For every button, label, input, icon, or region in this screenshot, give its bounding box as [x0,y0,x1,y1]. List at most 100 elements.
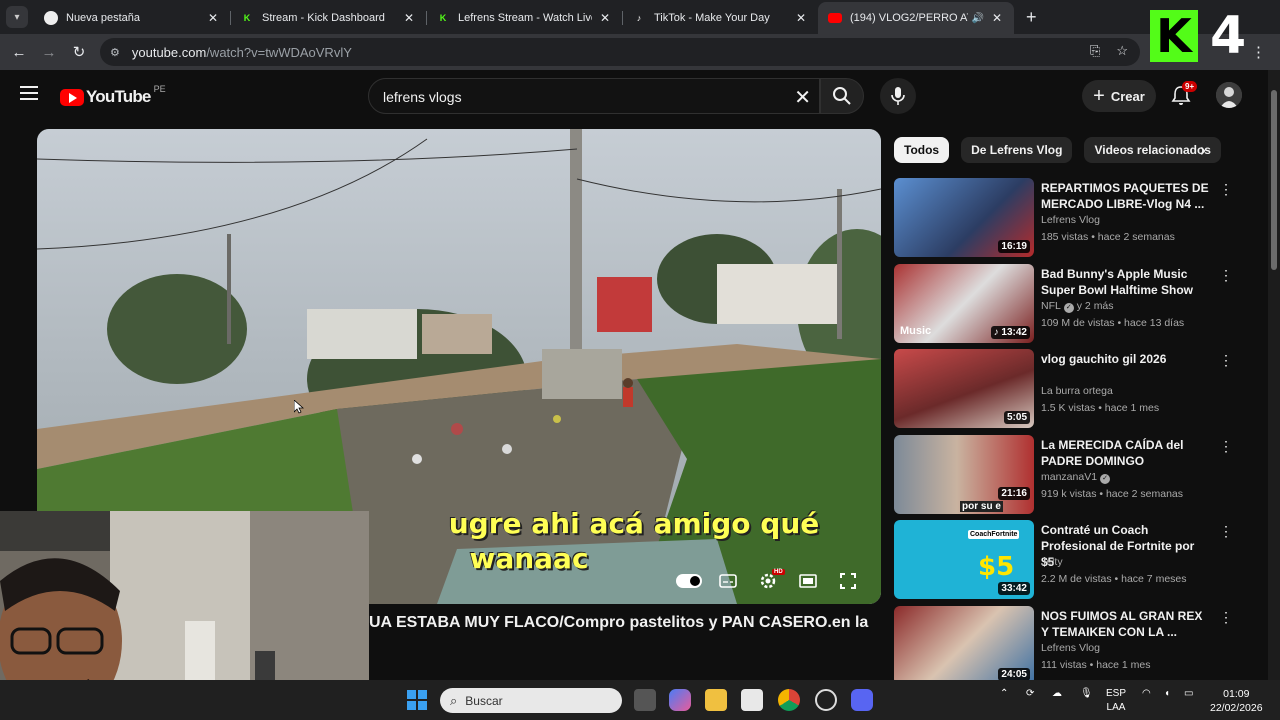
channel-name[interactable]: Lefrens Vlog [1041,214,1100,226]
scrollbar-thumb[interactable] [1271,90,1277,270]
search-input[interactable]: lefrens vlogs ✕ [368,78,820,114]
file-explorer-icon[interactable] [705,689,727,711]
wifi-icon[interactable]: ◠ [1142,688,1151,699]
browser-tab-active[interactable]: (194) VLOG2/PERRO ATADO 🔊 ✕ [818,2,1014,34]
avatar-image [1216,82,1242,108]
voice-search-button[interactable] [880,78,916,114]
browser-tab[interactable]: K Stream - Kick Dashboard ✕ [230,2,426,34]
video-thumbnail[interactable]: CoachFortnite $5 33:42 [894,520,1034,600]
autoplay-toggle[interactable] [675,569,703,593]
site-info-icon[interactable]: ⚙ [110,46,120,59]
video-thumbnail[interactable]: 24:05 [894,605,1034,685]
channel-name[interactable]: La burra ortega [1041,385,1113,397]
youtube-icon [828,13,842,23]
related-video-item[interactable]: Music ♪ 13:42 Bad Bunny's Apple Music Su… [894,263,1239,348]
related-videos-list: 16:19 REPARTIMOS PAQUETES DE MERCADO LIB… [894,177,1239,691]
clear-search-icon[interactable]: ✕ [794,85,811,110]
discord-icon[interactable] [851,689,873,711]
related-video-title[interactable]: REPARTIMOS PAQUETES DE MERCADO LIBRE-Vlo… [1041,180,1211,212]
fullscreen-button[interactable] [834,569,862,593]
more-options-icon[interactable]: ⋮ [1219,352,1233,369]
taskbar-search[interactable]: ⌕ Buscar [440,688,622,713]
bookmark-star-icon[interactable]: ☆ [1116,43,1128,59]
chrome-icon[interactable] [778,689,800,711]
related-video-item[interactable]: 24:05 NOS FUIMOS AL GRAN REX Y TEMAIKEN … [894,605,1239,690]
search-query[interactable]: lefrens vlogs [383,89,462,105]
speaker-icon[interactable]: 🔊 [972,13,984,24]
menu-icon[interactable] [20,86,38,100]
related-video-title[interactable]: Bad Bunny's Apple Music Super Bowl Halft… [1041,266,1211,298]
page-scrollbar[interactable] [1268,70,1280,680]
channel-name[interactable]: Lefrens Vlog [1041,642,1100,654]
related-video-title[interactable]: vlog gauchito gil 2026 [1041,351,1211,367]
tab-title: TikTok - Make Your Day [654,12,770,24]
close-tab-icon[interactable]: ✕ [794,11,808,25]
battery-icon[interactable]: ▭ [1184,688,1193,699]
video-thumbnail[interactable]: Music ♪ 13:42 [894,263,1034,343]
youtube-logo[interactable]: YouTube PE [60,84,166,107]
back-button[interactable]: ← [4,44,34,61]
chip-todos[interactable]: Todos [894,137,950,163]
channel-label: Jelty [1041,556,1063,569]
video-thumbnail[interactable]: por su e 21:16 [894,434,1034,514]
close-tab-icon[interactable]: ✕ [598,11,612,25]
cloud-icon[interactable]: ☁ [1052,688,1062,699]
more-options-icon[interactable]: ⋮ [1219,609,1233,626]
chevron-up-icon[interactable]: ⌃ [1000,688,1008,699]
verified-icon: ✓ [1063,302,1074,313]
subtitles-button[interactable] [714,569,742,593]
related-video-title[interactable]: La MERECIDA CAÍDA del PADRE DOMINGO [1041,437,1211,469]
more-options-icon[interactable]: ⋮ [1219,438,1233,455]
settings-button[interactable]: HD [754,569,785,593]
related-video-item[interactable]: 5:05 vlog gauchito gil 2026 La burra ort… [894,348,1239,433]
system-clock[interactable]: 01:09 22/02/2026 [1210,687,1263,715]
more-options-icon[interactable]: ⋮ [1219,523,1233,540]
tab-search-button[interactable]: ▾ [6,6,28,28]
account-avatar[interactable] [1216,82,1242,108]
video-thumbnail[interactable]: 5:05 [894,349,1034,429]
copilot-icon[interactable] [669,689,691,711]
browser-tab[interactable]: ♪ TikTok - Make Your Day ✕ [622,2,818,34]
more-options-icon[interactable]: ⋮ [1219,267,1233,284]
windows-start-icon[interactable] [407,690,427,710]
search-button[interactable] [820,78,864,114]
install-app-icon[interactable]: ⎘ [1090,43,1100,59]
close-tab-icon[interactable]: ✕ [990,11,1004,25]
video-thumbnail[interactable]: 16:19 [894,178,1034,257]
volume-icon[interactable]: ◖ [1164,688,1170,699]
thumbnail-subtext: CoachFortnite [968,530,1020,540]
microsoft-store-icon[interactable] [741,689,763,711]
browser-tab[interactable]: Nueva pestaña ✕ [34,2,230,34]
related-video-item[interactable]: por su e 21:16 La MERECIDA CAÍDA del PAD… [894,434,1239,519]
notifications-button[interactable]: 9+ [1170,81,1198,108]
address-bar[interactable]: ⚙ youtube.com/watch?v=twWDAoVRvlY ⎘ ☆ [100,38,1140,66]
language-indicator[interactable]: ESP LAA [1106,687,1126,715]
kick-icon: K [243,13,251,23]
reload-button[interactable]: ↻ [64,43,94,61]
channel-name[interactable]: Jelty [1041,556,1063,568]
more-options-icon[interactable]: ⋮ [1219,181,1233,198]
close-tab-icon[interactable]: ✕ [402,11,416,25]
app-icon[interactable] [815,689,837,711]
close-tab-icon[interactable]: ✕ [206,11,220,25]
related-video-item[interactable]: 16:19 REPARTIMOS PAQUETES DE MERCADO LIB… [894,177,1239,262]
search-icon [833,87,851,105]
chevron-right-icon[interactable]: › [1200,140,1206,161]
new-tab-button[interactable]: + [1026,7,1037,28]
sync-icon[interactable]: ⟳ [1026,688,1034,699]
related-video-title[interactable]: NOS FUIMOS AL GRAN REX Y TEMAIKEN CON LA… [1041,608,1211,640]
channel-name[interactable]: manzanaV1 ✓ [1041,471,1111,484]
theater-mode-button[interactable] [794,569,822,593]
related-video-item[interactable]: CoachFortnite $5 33:42 Contraté un Coach… [894,519,1239,604]
related-video-title[interactable]: Contraté un Coach Profesional de Fortnit… [1041,522,1211,570]
chip-channel[interactable]: De Lefrens Vlog [961,137,1073,163]
url-domain: youtube.com [131,44,207,60]
channel-name[interactable]: NFL ✓ y 2 más [1041,300,1114,313]
kick-icon: K [439,13,447,23]
microphone-icon[interactable]: 🎙 [1080,688,1093,699]
create-button[interactable]: + Crear [1082,80,1156,112]
forward-button[interactable]: → [34,44,64,61]
browser-tab[interactable]: K Lefrens Stream - Watch Live on ✕ [426,2,622,34]
tab-title: (194) VLOG2/PERRO ATADO [850,12,968,24]
task-view-icon[interactable] [634,689,656,711]
